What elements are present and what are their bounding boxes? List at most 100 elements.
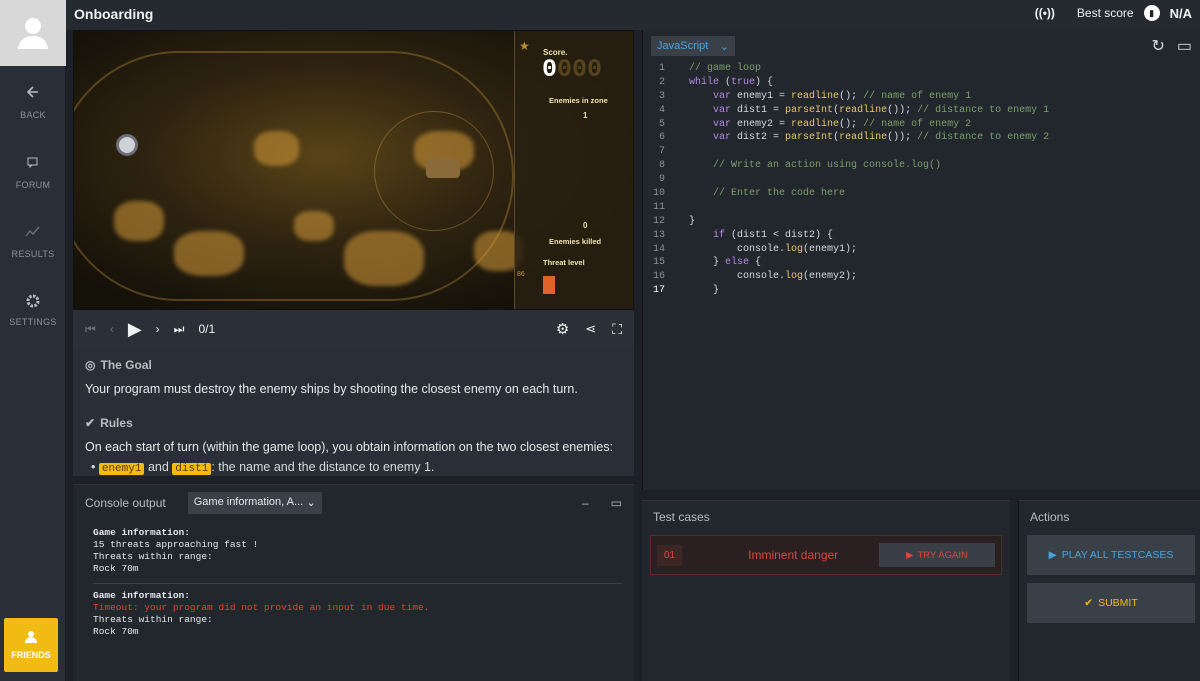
user-icon — [25, 631, 37, 643]
code-text: } — [689, 285, 720, 297]
replay-controls: ⏮ ‹ ▶ › ⏭ 0/1 ⚙ ⋖ ⛶ — [73, 310, 634, 348]
code-text: while (true) { — [689, 76, 774, 88]
code-line[interactable]: 2 while (true) { — [643, 76, 1200, 90]
code-area[interactable]: 1 // game loop 2 while (true) {3 var enemy1… — [643, 62, 1200, 298]
forum-icon — [0, 156, 66, 174]
enemy-ship — [116, 134, 138, 156]
forum-button[interactable]: FORUM — [0, 156, 66, 190]
step-forward-icon[interactable]: › — [156, 322, 160, 336]
back-button[interactable]: BACK — [0, 86, 66, 120]
friends-button[interactable]: FRIENDS — [4, 618, 58, 672]
line-number: 1 — [658, 63, 665, 74]
line-number: 16 — [652, 271, 665, 283]
viewer-tools: ⚙ ⋖ ⛶ — [556, 320, 622, 339]
console-line: Rock 70m — [93, 626, 139, 637]
line-number: 3 — [658, 90, 665, 102]
minimize-icon[interactable]: – — [582, 496, 589, 510]
frame-counter: 0/1 — [198, 322, 216, 336]
rules-title: Rules — [100, 416, 133, 430]
code-line[interactable]: 11 — [643, 201, 1200, 215]
check-icon: ✔ — [85, 416, 96, 430]
line-number: 10 — [652, 188, 665, 200]
play-all-testcases-button[interactable]: ▶ PLAY ALL TESTCASES — [1027, 535, 1195, 575]
console-line: Threats within range: — [93, 551, 213, 562]
code-line[interactable]: 12} — [643, 215, 1200, 229]
console-block: Game information: 15 threats approaching… — [93, 521, 622, 584]
actions-title: Actions — [1030, 510, 1070, 524]
code-line[interactable]: 15 } else { — [643, 256, 1200, 270]
line-number: 12 — [652, 215, 665, 227]
skip-start-icon[interactable]: ⏮ — [85, 322, 96, 337]
results-button[interactable]: RESULTS — [0, 225, 66, 259]
asteroid — [174, 231, 244, 276]
reset-icon[interactable]: ↻ — [1151, 36, 1164, 56]
settings-label: SETTINGS — [9, 317, 57, 327]
results-label: RESULTS — [11, 249, 55, 259]
test-case-number: 01 — [657, 544, 683, 566]
console-line: Threats within range: — [93, 614, 213, 625]
code-line[interactable]: 10 // Enter the code here — [643, 187, 1200, 201]
enemies-killed-label: Enemies killed — [549, 237, 602, 246]
code-line[interactable]: 7 — [643, 145, 1200, 159]
test-case-row[interactable]: 01 Imminent danger ▶ TRY AGAIN — [650, 535, 1002, 575]
rank-icon: ▮ — [1143, 5, 1160, 21]
code-line[interactable]: 1 // game loop — [643, 62, 1200, 76]
play-icon: ▶ — [906, 549, 914, 561]
check-icon: ✔ — [1084, 597, 1094, 609]
line-number: 13 — [652, 229, 665, 241]
code-text: if (dist1 < dist2) { — [713, 229, 834, 241]
line-number: 9 — [658, 174, 665, 186]
play-icon[interactable]: ▶ — [128, 319, 142, 340]
bullet-text: : the name and the distance to enemy 1. — [211, 460, 435, 474]
submit-button[interactable]: ✔ SUBMIT — [1027, 583, 1195, 623]
star-icon: ★ — [519, 39, 530, 53]
console-block-head: Game information: — [93, 527, 190, 538]
code-line[interactable]: 6 var dist2 = parseInt(readline()); // d… — [643, 131, 1200, 145]
language-select[interactable]: JavaScript ⌄ — [651, 36, 735, 56]
settings-button[interactable]: SETTINGS — [0, 293, 66, 327]
threat-level-bar — [543, 276, 555, 294]
left-nav: BACK FORUM RESULTS SETTINGS FRIENDS — [0, 0, 66, 681]
code-line[interactable]: 17 } — [643, 284, 1200, 298]
code-line[interactable]: 8 // Write an action using console.log() — [643, 159, 1200, 173]
enemies-in-zone-label: Enemies in zone — [549, 96, 608, 105]
score-display: 0000 — [542, 55, 602, 84]
try-again-button[interactable]: ▶ TRY AGAIN — [879, 543, 995, 567]
code-line[interactable]: 9 — [643, 173, 1200, 187]
goal-text: Your program must destroy the enemy ship… — [85, 382, 578, 396]
code-line[interactable]: 13 if (dist1 < dist2) { — [643, 229, 1200, 243]
avatar[interactable] — [0, 0, 66, 66]
console-block-head: Game information: — [93, 590, 190, 601]
back-label: BACK — [20, 110, 46, 120]
share-icon[interactable]: ⋖ — [585, 321, 596, 337]
code-line[interactable]: 4 var dist1 = parseInt(readline()); // d… — [643, 104, 1200, 118]
line-number: 6 — [658, 132, 665, 144]
enemies-killed-value: 0 — [583, 221, 588, 230]
code-text: var enemy2 = readline(); // name of enem… — [713, 118, 972, 130]
bullet-and: and — [147, 460, 169, 474]
player-ship — [426, 158, 460, 178]
rules-bullet: • enemy1 and dist1: the name and the dis… — [91, 460, 435, 475]
console-header: Console output Game information, A... ⌄ –… — [73, 485, 634, 521]
step-back-icon[interactable]: ‹ — [110, 322, 114, 336]
goal-heading: ◎ The Goal — [85, 358, 622, 372]
fullscreen-icon[interactable]: ⛶ — [612, 321, 622, 338]
editor-tools: ↻ ▭ — [1151, 36, 1192, 56]
code-line[interactable]: 5 var enemy2 = readline(); // name of en… — [643, 118, 1200, 132]
target-icon: ◎ — [85, 358, 96, 372]
maximize-icon[interactable]: ▭ — [611, 496, 622, 510]
enemies-in-zone-value: 1 — [583, 111, 588, 120]
maximize-icon[interactable]: ▭ — [1177, 36, 1192, 56]
skip-end-icon[interactable]: ⏭ — [174, 322, 185, 337]
gear-icon[interactable]: ⚙ — [556, 320, 569, 338]
code-line[interactable]: 3 var enemy1 = readline(); // name of en… — [643, 90, 1200, 104]
line-number: 4 — [658, 104, 665, 116]
code-line[interactable]: 16 console.log(enemy2); — [643, 270, 1200, 284]
code-line[interactable]: 14 console.log(enemy1); — [643, 243, 1200, 257]
game-viewer[interactable]: ★ Score. 0000 Enemies in zone 1 0 Enemie… — [73, 30, 634, 310]
broadcast-icon[interactable]: ((•)) — [1035, 6, 1055, 20]
console-filter-select[interactable]: Game information, A... ⌄ — [187, 492, 322, 514]
code-text: console.log(enemy1); — [689, 243, 858, 255]
